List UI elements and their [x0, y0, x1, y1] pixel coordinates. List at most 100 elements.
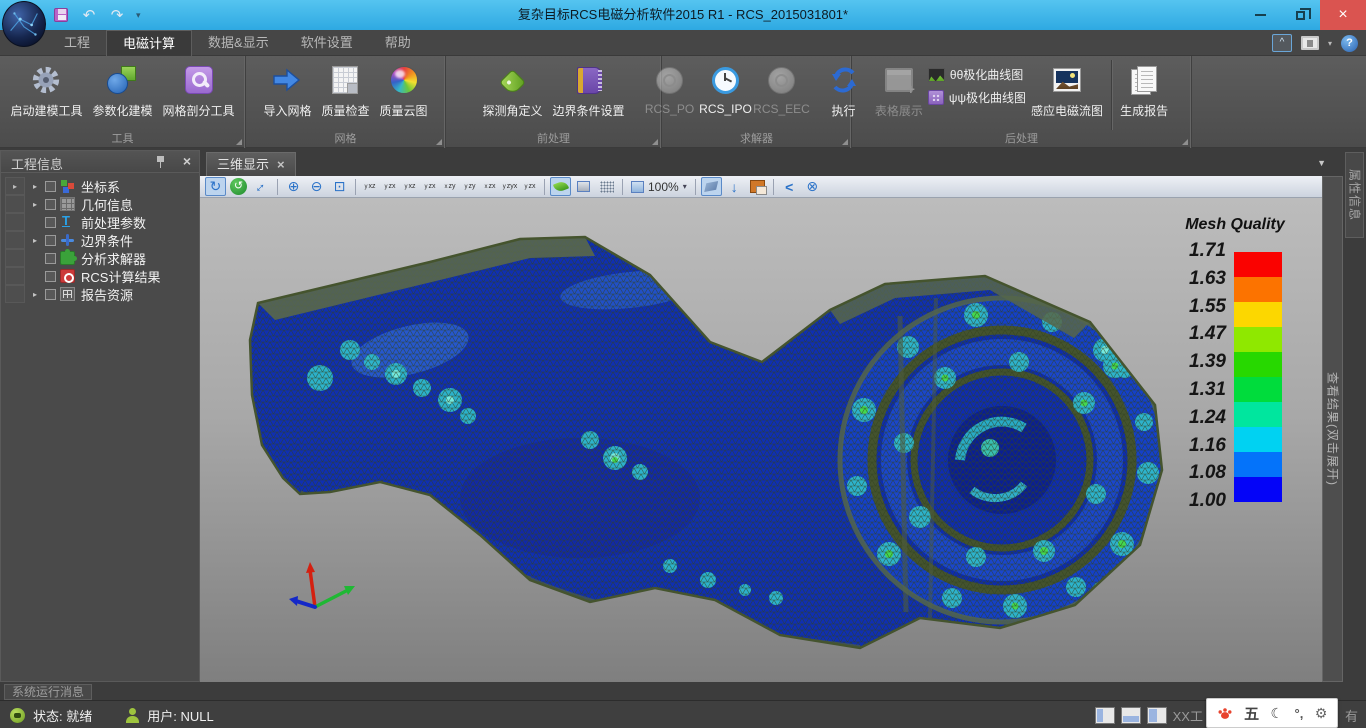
quality-check-button[interactable]: 质量检查 [316, 58, 374, 119]
tab-list-dropdown-icon[interactable]: ▼ [1317, 158, 1326, 168]
parametric-modeling-button[interactable]: 参数化建模 [87, 58, 157, 119]
tab-3d-display[interactable]: 三维显示 × [206, 152, 296, 176]
layers-window-icon[interactable] [747, 177, 768, 196]
ime-toolbar[interactable]: 五 ☾ °, ⚙ [1206, 698, 1338, 728]
pan-arrow-icon[interactable]: ↕ [247, 172, 275, 200]
collapse-ribbon-icon[interactable]: ^ [1272, 34, 1292, 52]
rcs-ipo-button[interactable]: RCS_IPO [698, 58, 754, 116]
group-expand-corner-icon[interactable] [436, 139, 442, 145]
ime-punctuation-icon[interactable]: °, [1295, 706, 1304, 721]
quality-contour-button[interactable]: 质量云图 [375, 58, 433, 119]
import-mesh-button[interactable]: 导入网格 [258, 58, 316, 119]
zoom-out-icon[interactable]: ⊖ [306, 177, 327, 196]
ime-paw-icon[interactable] [1217, 705, 1233, 721]
legend-value: 1.71 [1168, 240, 1226, 262]
property-info-tab[interactable]: 属性信息 [1345, 152, 1364, 238]
layout-full-left-icon[interactable] [1147, 707, 1167, 724]
tree-item[interactable]: 前处理参数 [5, 213, 195, 231]
down-arrow-icon[interactable]: ↓ [724, 177, 745, 196]
layout-left-panel-icon[interactable] [1095, 707, 1115, 724]
view-orientation-button[interactable]: xzy [440, 177, 460, 196]
clear-view-icon[interactable]: ⊗ [802, 177, 823, 196]
probe-angle-button[interactable]: 探测角定义 [477, 58, 547, 119]
tree-item[interactable]: ▸几何信息 [5, 195, 195, 213]
zoom-level-dropdown-icon[interactable]: ▾ [683, 182, 687, 191]
mesh-model [200, 198, 1322, 682]
view-orientation-button[interactable]: yzx [520, 177, 540, 196]
tree-checkbox[interactable] [45, 199, 56, 210]
tree-checkbox[interactable] [45, 235, 56, 246]
surface-mode-icon[interactable] [701, 177, 722, 196]
ime-settings-icon[interactable]: ⚙ [1315, 705, 1328, 722]
tree-checkbox[interactable] [45, 217, 56, 228]
zoom-level-control[interactable]: 100% ▾ [627, 180, 691, 194]
view-orientation-button[interactable]: yzx [380, 177, 400, 196]
expand-arrow-icon[interactable]: ▸ [29, 200, 41, 209]
tree-item[interactable]: 分析求解器 [5, 249, 195, 267]
tab-software-settings[interactable]: 软件设置 [285, 30, 369, 56]
minimize-button[interactable] [1240, 0, 1280, 30]
display-style-icon[interactable] [1301, 36, 1319, 50]
tree-item[interactable]: RCS计算结果 [5, 267, 195, 285]
legend-value: 1.39 [1168, 351, 1226, 373]
pin-icon[interactable] [155, 155, 167, 169]
view-orientation-button[interactable]: xzx [480, 177, 500, 196]
table-display-button[interactable]: 表格展示 [870, 58, 928, 119]
boundary-settings-button[interactable]: 边界条件设置 [548, 58, 630, 119]
layout-bottom-panel-icon[interactable] [1121, 707, 1141, 724]
group-expand-corner-icon[interactable] [1182, 139, 1188, 145]
close-button[interactable]: × [1320, 0, 1366, 30]
generate-report-button[interactable]: 生成报告 [1115, 58, 1173, 119]
rcs-po-button[interactable]: RCS_PO [642, 58, 698, 116]
panel-close-icon[interactable]: × [183, 153, 191, 169]
display-style-dropdown-icon[interactable]: ▾ [1328, 39, 1332, 48]
3d-viewport[interactable]: Mesh Quality 1.711.631.551.471.391.311.2… [200, 198, 1322, 682]
share-icon[interactable]: < [779, 177, 800, 196]
tab-data-display[interactable]: 数据&显示 [192, 30, 285, 56]
tree-item-label: 报告资源 [81, 285, 133, 304]
restore-button[interactable] [1280, 0, 1320, 30]
tab-em-compute[interactable]: 电磁计算 [106, 30, 192, 56]
group-expand-corner-icon[interactable] [842, 139, 848, 145]
expand-arrow-icon[interactable]: ▸ [29, 236, 41, 245]
theta-polarization-curve-button[interactable]: θθ极化曲线图 [928, 66, 1026, 83]
tree-item[interactable]: ▸▸坐标系 [5, 177, 195, 195]
points-grid-icon[interactable] [596, 177, 617, 196]
induced-current-map-button[interactable]: 感应电磁流图 [1026, 58, 1108, 119]
zoom-in-icon[interactable]: ⊕ [283, 177, 304, 196]
view-orientation-button[interactable]: yzy [460, 177, 480, 196]
tree-checkbox[interactable] [45, 253, 56, 264]
help-icon[interactable]: ? [1341, 35, 1358, 52]
app-logo[interactable] [2, 1, 46, 47]
tree-checkbox[interactable] [45, 289, 56, 300]
tab-close-icon[interactable]: × [277, 154, 285, 176]
view-orientation-button[interactable]: yxz [400, 177, 420, 196]
view-orientation-button[interactable]: yxz [360, 177, 380, 196]
system-message-tab[interactable]: 系统运行消息 [4, 684, 92, 700]
tree-checkbox[interactable] [45, 181, 56, 192]
tree-row-header [5, 267, 25, 285]
mesh-partition-tool-button[interactable]: 网格剖分工具 [158, 58, 240, 119]
tree-item[interactable]: ▸ 报告资源 [5, 285, 195, 303]
zoom-fit-icon[interactable]: ⊡ [329, 177, 350, 196]
wireframe-box-icon[interactable] [573, 177, 594, 196]
ime-wubi-mode[interactable]: 五 [1244, 703, 1259, 724]
psi-polarization-curve-button[interactable]: ψψ极化曲线图 [928, 89, 1026, 106]
expand-arrow-icon[interactable]: ▸ [29, 182, 41, 191]
launch-modeling-tool-button[interactable]: 启动建模工具 [5, 58, 87, 119]
expand-arrow-icon[interactable]: ▸ [29, 290, 41, 299]
orbit-rotate-icon[interactable]: ↻ [205, 177, 226, 196]
rcs-eec-button[interactable]: RCS_EEC [754, 58, 810, 116]
view-orientation-button[interactable]: yzyx [500, 177, 520, 196]
tab-project[interactable]: 工程 [48, 30, 106, 56]
sync-view-icon[interactable]: ↺ [228, 177, 249, 196]
ime-moon-icon[interactable]: ☾ [1271, 705, 1284, 722]
group-expand-corner-icon[interactable] [236, 139, 242, 145]
view-orientation-button[interactable]: yzx [420, 177, 440, 196]
shaded-leaf-icon[interactable] [550, 177, 571, 196]
results-collapsed-bar[interactable]: 查看结果(双击展开) [1322, 176, 1343, 682]
tree-item[interactable]: ▸边界条件 [5, 231, 195, 249]
tree-checkbox[interactable] [45, 271, 56, 282]
tab-help[interactable]: 帮助 [369, 30, 427, 56]
group-expand-corner-icon[interactable] [652, 139, 658, 145]
